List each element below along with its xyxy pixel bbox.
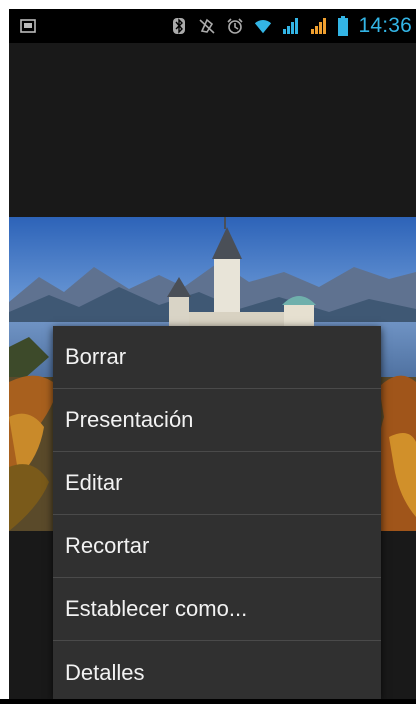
signal-icon bbox=[282, 17, 300, 35]
menu-item-borrar[interactable]: Borrar bbox=[53, 326, 381, 389]
signal-icon bbox=[310, 17, 328, 35]
menu-item-recortar[interactable]: Recortar bbox=[53, 515, 381, 578]
menu-item-establecer-como[interactable]: Establecer como... bbox=[53, 578, 381, 641]
screen-border-top bbox=[0, 0, 416, 9]
status-icons: 14:36 bbox=[170, 9, 416, 43]
alarm-icon bbox=[226, 17, 244, 35]
menu-item-presentacion[interactable]: Presentación bbox=[53, 389, 381, 452]
menu-item-detalles[interactable]: Detalles bbox=[53, 641, 381, 704]
context-menu: Borrar Presentación Editar Recortar Esta… bbox=[53, 326, 381, 699]
screen-border-left bbox=[0, 0, 9, 699]
status-bar: 14:36 bbox=[9, 9, 416, 43]
screenshot-notification-icon bbox=[19, 17, 37, 35]
menu-item-editar[interactable]: Editar bbox=[53, 452, 381, 515]
bluetooth-icon bbox=[170, 17, 188, 35]
status-time: 14:36 bbox=[358, 14, 412, 37]
vibrate-icon bbox=[198, 17, 216, 35]
wifi-icon bbox=[254, 17, 272, 35]
battery-icon bbox=[338, 16, 349, 36]
